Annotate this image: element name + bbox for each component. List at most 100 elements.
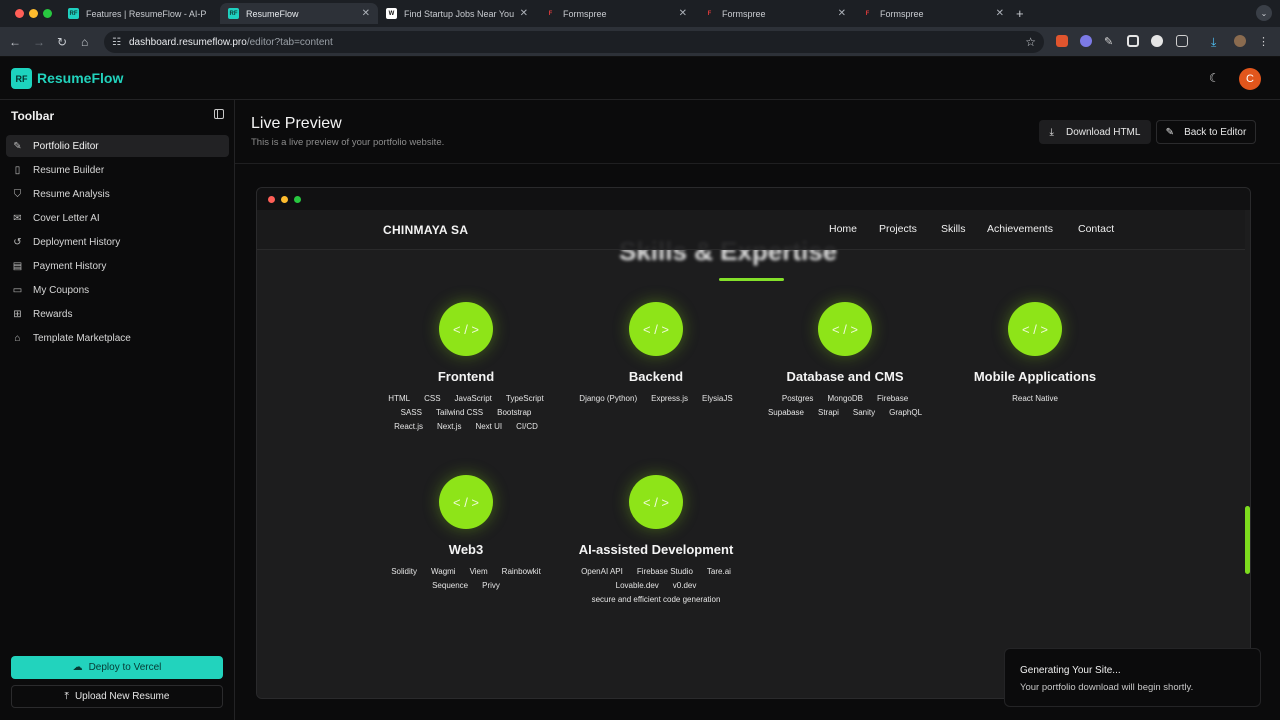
window-dot-green [294, 196, 301, 203]
sidebar-item-resume-analysis[interactable]: ⛉ Resume Analysis [6, 183, 229, 205]
skill-name: Frontend [437, 369, 495, 384]
download-icon: ⤓ [1049, 126, 1054, 138]
skill-tag: Next.js [437, 422, 462, 431]
skill-tags: OpenAI API Firebase Studio Tare.ai Lovable.… [571, 567, 741, 604]
deploy-to-vercel-button[interactable]: ☁ Deploy to Vercel [11, 656, 223, 679]
skill-tag: OpenAI API [581, 567, 623, 576]
sidebar-item-payment-history[interactable]: ▤ Payment History [6, 255, 229, 277]
close-tab-icon[interactable]: ✕ [520, 8, 528, 19]
page-subtitle: This is a live preview of your portfolio… [251, 137, 445, 148]
formspree-favicon-icon: F [548, 10, 553, 17]
skill-tag: Firebase Studio [636, 567, 693, 576]
sidebar-item-deployment-history[interactable]: ↺ Deployment History [6, 231, 229, 253]
extension-fox-icon[interactable] [1056, 35, 1068, 47]
sidebar-item-cover-letter-ai[interactable]: ✉ Cover Letter AI [6, 207, 229, 229]
site-brand[interactable]: CHINMAYA SA [383, 223, 468, 237]
skill-tag: Express.js [651, 394, 689, 403]
extensions-puzzle-icon[interactable] [1176, 35, 1188, 47]
upload-icon: ⤒ [64, 691, 69, 702]
minimize-window-button[interactable] [29, 9, 38, 18]
code-icon: < / > [439, 302, 493, 356]
forward-arrow-icon[interactable]: → [33, 35, 45, 49]
skill-tags: React Native [950, 394, 1120, 403]
code-icon: < / > [629, 302, 683, 356]
extension-square-icon[interactable] [1127, 35, 1139, 47]
skill-card: < / > Mobile Applications React Native [940, 302, 1130, 403]
download-html-button[interactable]: ⤓ Download HTML [1039, 120, 1151, 144]
formspree-favicon-icon: F [707, 10, 712, 17]
skill-card: < / > AI-assisted Development OpenAI API Fi… [561, 475, 751, 604]
gift-icon: ⊞ [13, 308, 22, 320]
sidebar-item-resume-builder[interactable]: ▯ Resume Builder [6, 159, 229, 181]
skill-name: Web3 [448, 542, 484, 557]
site-settings-icon[interactable]: ☷ [112, 37, 121, 48]
skill-card: < / > Database and CMS Postgres MongoDB Fire… [750, 302, 940, 417]
browser-tab[interactable]: F Formspree ✕ [537, 3, 695, 24]
tab-search-chevron-icon[interactable]: ⌄ [1256, 5, 1272, 21]
download-icon[interactable]: ⤓ [1211, 35, 1223, 49]
receipt-icon: ▤ [12, 260, 23, 272]
browser-tab[interactable]: F Formspree ✕ [854, 3, 1012, 24]
skill-tags: Solidity Wagmi Viem Rainbowkit Sequence Privy [381, 567, 551, 590]
extension-ghost-icon[interactable] [1151, 35, 1163, 47]
main-content: Live Preview This is a live preview of y… [235, 100, 1280, 720]
theme-toggle-moon-icon[interactable]: ☾ [1209, 71, 1220, 85]
sidebar-item-my-coupons[interactable]: ▭ My Coupons [6, 279, 229, 301]
browser-tabstrip: RF Features | ResumeFlow - AI-P RF Resum… [0, 0, 1280, 27]
code-icon: < / > [629, 475, 683, 529]
browser-tab[interactable]: RF Features | ResumeFlow - AI-P [60, 3, 218, 24]
reload-icon[interactable]: ↻ [57, 35, 67, 49]
sidebar: Toolbar ✎ Portfolio Editor ▯ Resume Builde… [0, 100, 235, 720]
skill-tag: Lovable.dev [615, 581, 659, 590]
skill-tag: Privy [482, 581, 500, 590]
site-nav-achievements[interactable]: Achievements [987, 223, 1053, 235]
user-avatar[interactable]: C [1239, 68, 1261, 90]
sidebar-item-rewards[interactable]: ⊞ Rewards [6, 303, 229, 325]
sidebar-collapse-icon[interactable] [214, 109, 224, 119]
browser-tab[interactable]: W Find Startup Jobs Near You a ✕ [378, 3, 536, 24]
portfolio-site[interactable]: Skills & Expertise CHINMAYA SA Home Proj… [257, 210, 1250, 698]
close-tab-icon[interactable]: ✕ [679, 8, 687, 19]
new-tab-button[interactable]: + [1016, 6, 1024, 21]
skill-tag: Rainbowkit [501, 567, 541, 576]
browser-tab-active[interactable]: RF ResumeFlow ✕ [220, 3, 378, 24]
skill-tag: Sanity [852, 408, 876, 417]
upload-new-resume-button[interactable]: ⤒ Upload New Resume [11, 685, 223, 708]
extension-pen-icon[interactable]: ✎ [1104, 35, 1116, 48]
skill-tag: Wagmi [430, 567, 456, 576]
logo-text[interactable]: ResumeFlow [37, 70, 123, 86]
site-nav-projects[interactable]: Projects [879, 223, 917, 235]
skill-tags: Django (Python) Express.js ElysiaJS [571, 394, 741, 403]
site-nav-contact[interactable]: Contact [1078, 223, 1114, 235]
browser-menu-icon[interactable]: ⋮ [1258, 35, 1270, 48]
skill-card: < / > Web3 Solidity Wagmi Viem Rainbowkit Sequ… [371, 475, 561, 590]
profile-avatar-icon[interactable] [1234, 35, 1246, 47]
browser-tab[interactable]: F Formspree ✕ [696, 3, 854, 24]
skill-tag: JavaScript [454, 394, 492, 403]
extension-cloud-icon[interactable] [1080, 35, 1092, 47]
home-icon[interactable]: ⌂ [81, 35, 88, 49]
skill-tag: Bootstrap [497, 408, 532, 417]
skill-card: < / > Backend Django (Python) Express.js Ely… [561, 302, 751, 403]
site-nav-home[interactable]: Home [829, 223, 857, 235]
skill-name: Database and CMS [786, 369, 904, 384]
site-nav-skills[interactable]: Skills [941, 223, 966, 235]
sidebar-item-portfolio-editor[interactable]: ✎ Portfolio Editor [6, 135, 229, 157]
bookmark-star-icon[interactable]: ☆ [1025, 35, 1036, 49]
back-to-editor-button[interactable]: ✎ Back to Editor [1156, 120, 1256, 144]
sidebar-item-template-marketplace[interactable]: ⌂ Template Marketplace [6, 327, 229, 349]
resumeflow-favicon-icon: RF [68, 8, 79, 19]
skill-tag: v0.dev [672, 581, 697, 590]
back-arrow-icon[interactable]: ← [9, 35, 21, 49]
address-bar[interactable]: ☷ dashboard.resumeflow.pro/editor?tab=co… [104, 31, 1044, 53]
close-tab-icon[interactable]: ✕ [362, 8, 370, 19]
close-tab-icon[interactable]: ✕ [996, 8, 1004, 19]
skill-tag: secure and efficient code generation [591, 595, 721, 604]
close-tab-icon[interactable]: ✕ [838, 8, 846, 19]
close-window-button[interactable] [15, 9, 24, 18]
skill-tag: CI/CD [516, 422, 538, 431]
skill-tag: React.js [394, 422, 423, 431]
logo-badge[interactable]: RF [11, 68, 32, 89]
maximize-window-button[interactable] [43, 9, 52, 18]
scrollbar-thumb[interactable] [1245, 506, 1250, 574]
